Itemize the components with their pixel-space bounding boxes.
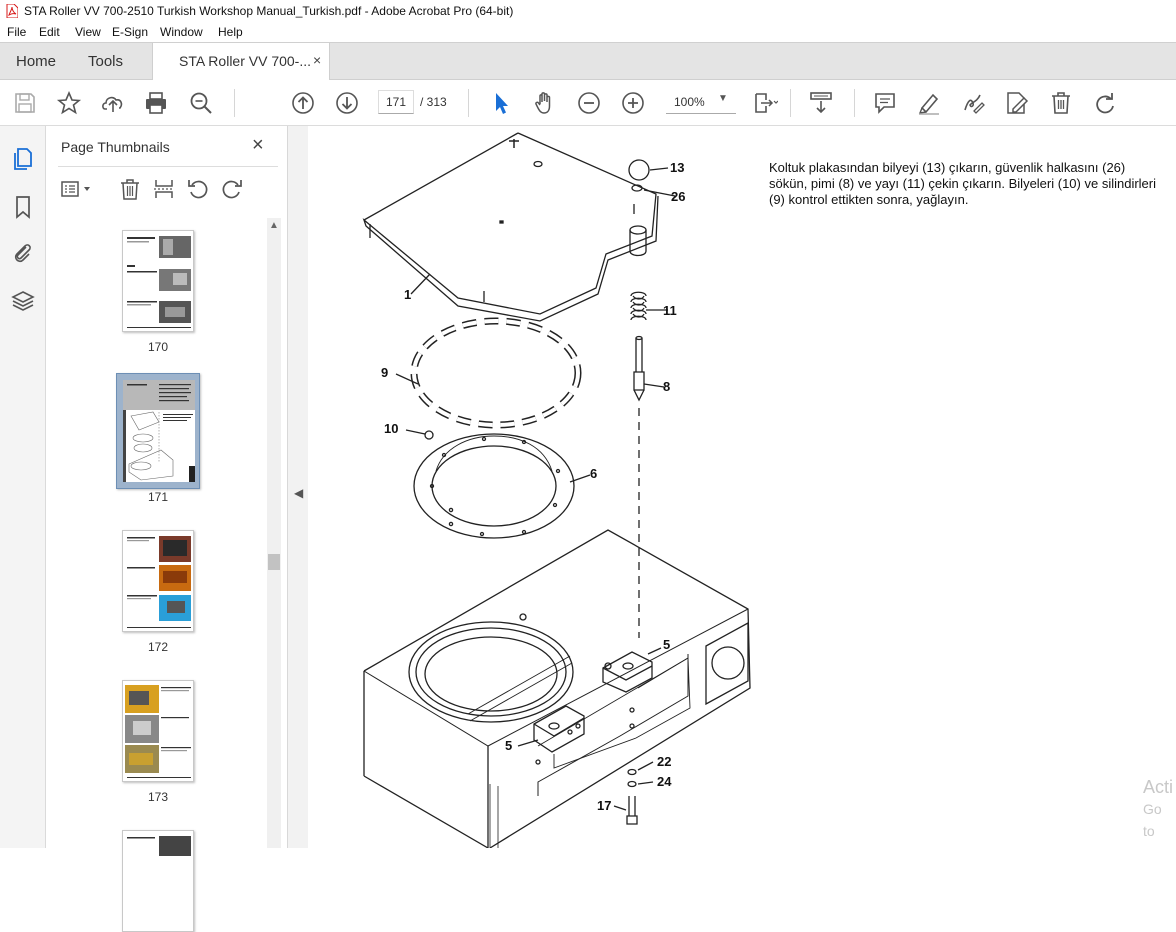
thumbnail-preview [127, 236, 191, 328]
menu-view[interactable]: View [75, 25, 101, 39]
scrollbar-thumb[interactable] [268, 554, 280, 570]
callout-label: 26 [671, 189, 685, 204]
close-panel-icon[interactable]: × [252, 134, 264, 157]
callout-label: 17 [597, 798, 611, 813]
collapse-panel-icon[interactable]: ◀ [294, 486, 303, 500]
menu-esign[interactable]: E-Sign [112, 25, 148, 39]
page-number-input[interactable]: 171 [378, 90, 414, 114]
toolbar-separator [854, 89, 855, 117]
page-thumbnail-174[interactable] [122, 830, 194, 932]
callout-label: 1 [404, 287, 411, 302]
highlight-icon[interactable] [916, 90, 942, 116]
thumbnail-preview [127, 836, 191, 856]
delete-icon[interactable] [1048, 90, 1074, 116]
callout-label: 6 [590, 466, 597, 481]
rotate-right-icon[interactable] [220, 177, 244, 201]
page-thumbnail-173[interactable] [122, 680, 194, 782]
hand-icon[interactable] [532, 90, 558, 116]
redo-icon[interactable] [1092, 90, 1118, 116]
callout-label: 11 [663, 303, 677, 318]
callout-label: 9 [381, 365, 388, 380]
tab-bar: Home Tools STA Roller VV 700-... × [0, 42, 1176, 81]
print-icon[interactable] [143, 90, 169, 116]
rotate-left-icon[interactable] [186, 177, 210, 201]
extract-page-icon[interactable] [152, 177, 176, 201]
sign-icon[interactable] [960, 90, 986, 116]
document-view[interactable]: 13 26 1 11 9 8 10 6 5 5 22 24 17 Koltuk … [308, 126, 1176, 848]
edit-pdf-icon[interactable] [1004, 90, 1030, 116]
bookmarks-icon[interactable] [10, 194, 36, 220]
close-tab-icon[interactable]: × [313, 52, 321, 68]
thumbnail-label: 171 [147, 490, 169, 504]
exploded-parts-diagram: 13 26 1 11 9 8 10 6 5 5 22 24 17 [362, 132, 751, 848]
scroll-up-icon[interactable]: ▲ [269, 220, 279, 231]
callout-label: 24 [657, 774, 672, 789]
acrobat-pdf-icon [6, 4, 18, 18]
tab-tools[interactable]: Tools [88, 53, 123, 70]
zoom-in-icon[interactable] [620, 90, 646, 116]
toolbar-separator [468, 89, 469, 117]
menu-file[interactable]: File [7, 25, 26, 39]
menu-window[interactable]: Window [160, 25, 203, 39]
title-bar: STA Roller VV 700-2510 Turkish Workshop … [0, 0, 1176, 22]
toolbar-separator [234, 89, 235, 117]
watermark-line: Go to [1143, 801, 1162, 839]
page-thumbnail-171[interactable] [116, 373, 200, 489]
page-thumbnails-icon[interactable] [10, 146, 36, 172]
instruction-paragraph: Koltuk plakasından bilyeyi (13) çıkarın,… [769, 160, 1156, 207]
panel-title: Page Thumbnails [61, 139, 170, 155]
navigation-rail [0, 126, 46, 848]
bookmark-star-icon[interactable] [56, 90, 82, 116]
upload-icon[interactable] [100, 90, 126, 116]
menu-help[interactable]: Help [218, 25, 243, 39]
watermark-line: Acti [1143, 777, 1174, 797]
attachments-icon[interactable] [10, 240, 36, 266]
chevron-down-icon: ▼ [718, 93, 728, 104]
menu-bar: File Edit View E-Sign Window Help [0, 22, 1176, 42]
toolbar-separator [790, 89, 791, 117]
thumbnail-options-icon[interactable] [60, 177, 94, 201]
tab-home[interactable]: Home [16, 53, 56, 70]
page-total: / 313 [420, 95, 447, 109]
callout-label: 5 [663, 637, 670, 652]
zoom-out-icon[interactable] [576, 90, 602, 116]
scroll-mode-icon[interactable] [808, 90, 834, 116]
panel-divider [58, 166, 278, 167]
find-zoom-icon[interactable] [188, 90, 214, 116]
thumbnails-scrollbar[interactable]: ▲ [267, 218, 281, 848]
window-title: STA Roller VV 700-2510 Turkish Workshop … [24, 4, 514, 18]
activation-watermark: Acti Go to [1143, 776, 1176, 842]
delete-page-icon[interactable] [118, 177, 142, 201]
thumbnails-panel: Page Thumbnails × 170 171 172 173 ▲ [46, 126, 288, 932]
toolbar: 171 / 313 100% ▼ [0, 80, 1176, 126]
thumbnail-label: 172 [147, 640, 169, 654]
page-down-icon[interactable] [334, 90, 360, 116]
callout-label: 8 [663, 379, 670, 394]
tab-document-label: STA Roller VV 700-... [179, 53, 312, 69]
page-up-icon[interactable] [290, 90, 316, 116]
thumbnail-label: 170 [147, 340, 169, 354]
page-thumbnail-172[interactable] [122, 530, 194, 632]
zoom-select[interactable]: 100% ▼ [666, 90, 736, 114]
tab-document[interactable]: STA Roller VV 700-... × [152, 43, 330, 81]
panel-splitter[interactable]: ◀ [288, 126, 308, 848]
page-thumbnail-170[interactable] [122, 230, 194, 332]
select-arrow-icon[interactable] [488, 90, 514, 116]
callout-label: 22 [657, 754, 671, 769]
thumbnail-label: 173 [147, 790, 169, 804]
zoom-value: 100% [674, 95, 705, 109]
callout-label: 5 [505, 738, 512, 753]
comment-icon[interactable] [872, 90, 898, 116]
thumbnail-preview [127, 536, 191, 628]
callout-label: 10 [384, 421, 398, 436]
menu-edit[interactable]: Edit [39, 25, 60, 39]
fit-page-icon[interactable] [752, 90, 779, 116]
thumbnail-preview [123, 380, 195, 482]
save-icon[interactable] [12, 90, 38, 116]
callout-label: 13 [670, 160, 684, 175]
layers-icon[interactable] [10, 288, 36, 314]
thumbnail-preview [125, 685, 191, 778]
